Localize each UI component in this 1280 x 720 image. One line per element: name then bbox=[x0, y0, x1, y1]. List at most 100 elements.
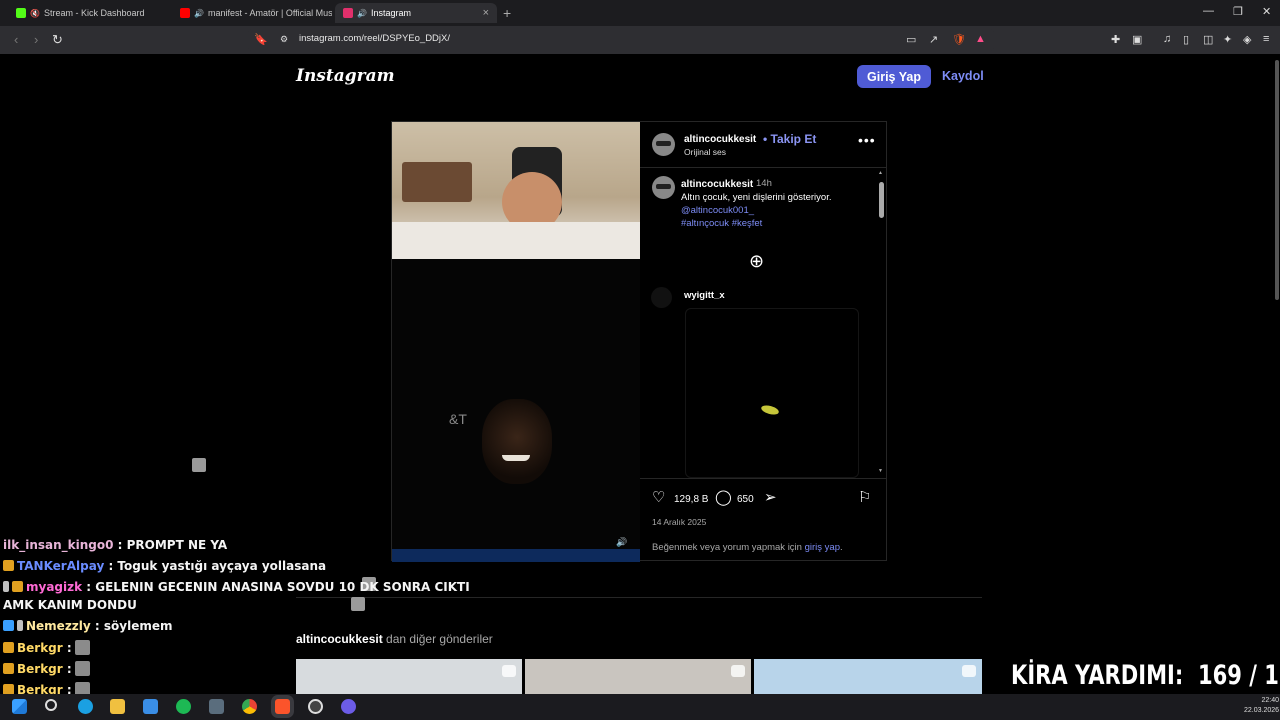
reel-video[interactable]: &T 🔊 bbox=[392, 122, 640, 562]
store-icon[interactable] bbox=[143, 699, 158, 714]
gift-badge-icon bbox=[17, 620, 23, 631]
chat-message: TANKerAlpay : Toguk yastığı ayçaya yolla… bbox=[3, 559, 326, 573]
scroll-down-icon[interactable]: ▼ bbox=[878, 468, 883, 474]
edge-browser-icon[interactable] bbox=[78, 699, 93, 714]
bookmark-icon[interactable]: 🔖 bbox=[254, 33, 268, 46]
post-sidebar: altincocukkesit • Takip Et Orijinal ses … bbox=[640, 122, 886, 562]
muted-speaker-icon[interactable]: 🔇 bbox=[30, 9, 40, 18]
brave-rewards-icon[interactable]: ▲ bbox=[975, 33, 986, 45]
rent-support-value: 169 / 170 bbox=[1197, 660, 1280, 691]
comments-scrollbar[interactable]: ▲ ▼ bbox=[878, 170, 884, 475]
post-thumbnail[interactable] bbox=[754, 659, 982, 694]
rent-support-label: KİRA YARDIMI: bbox=[1011, 660, 1184, 691]
volume-icon[interactable]: 🔊 bbox=[616, 537, 627, 548]
wallet-icon[interactable]: ◫ bbox=[1203, 33, 1213, 46]
post-thumbnail[interactable] bbox=[525, 659, 751, 694]
login-button[interactable]: Giriş Yap bbox=[857, 65, 931, 88]
kick-favicon-icon bbox=[16, 8, 26, 18]
login-prompt-end: . bbox=[839, 542, 843, 553]
chat-text: : PROMPT NE YA bbox=[113, 538, 228, 552]
author-avatar[interactable] bbox=[652, 133, 675, 156]
chat-text: : bbox=[62, 641, 72, 655]
cast-icon[interactable]: ▭ bbox=[906, 33, 916, 46]
close-tab-icon[interactable]: × bbox=[483, 7, 489, 19]
tab-youtube[interactable]: 🔊 manifest - Amatör | Official Music bbox=[172, 3, 332, 23]
like-count[interactable]: 129,8 B bbox=[674, 494, 708, 505]
clock-time: 22:40 bbox=[1261, 697, 1280, 704]
page-scrollbar-thumb[interactable] bbox=[1275, 60, 1279, 300]
new-tab-button[interactable]: + bbox=[503, 5, 511, 21]
scroll-up-icon[interactable]: ▲ bbox=[878, 170, 883, 176]
speaker-icon[interactable]: 🔊 bbox=[357, 9, 367, 18]
forward-icon[interactable]: › bbox=[34, 32, 38, 47]
login-prompt-link[interactable]: giriş yap bbox=[805, 542, 840, 553]
brave-browser-icon[interactable] bbox=[275, 699, 290, 714]
chat-text: : söylemem bbox=[90, 619, 173, 633]
screenshot-icon[interactable]: ▣ bbox=[1132, 33, 1142, 46]
webcam-bottom-frame: &T bbox=[392, 259, 640, 549]
search-icon[interactable] bbox=[45, 699, 57, 711]
obs-icon[interactable] bbox=[308, 699, 323, 714]
tab-kick-dashboard[interactable]: 🔇 Stream - Kick Dashboard bbox=[8, 3, 168, 23]
more-posts-username[interactable]: altincocukkesit bbox=[296, 632, 383, 646]
calculator-icon[interactable] bbox=[209, 699, 224, 714]
start-menu-icon[interactable] bbox=[12, 699, 27, 714]
system-clock[interactable]: 22:40 22.03.2026 bbox=[1244, 696, 1279, 716]
tab-label: manifest - Amatör | Official Music bbox=[207, 8, 332, 18]
reload-icon[interactable]: ↻ bbox=[52, 32, 63, 48]
like-heart-icon[interactable]: ♡ bbox=[652, 488, 665, 506]
subscriber-badge-icon bbox=[12, 581, 23, 592]
vpn-icon[interactable]: ◈ bbox=[1243, 33, 1251, 46]
caption-mention[interactable]: @altincocuk001_ bbox=[681, 204, 871, 217]
chat-user: myagizk bbox=[26, 580, 83, 594]
instagram-logo[interactable]: Instagram bbox=[296, 66, 395, 86]
speaker-icon[interactable]: 🔊 bbox=[194, 9, 204, 18]
shelf-shape bbox=[402, 162, 472, 202]
brave-shields-icon[interactable]: 🛡 bbox=[952, 33, 966, 46]
save-bookmark-icon[interactable]: ⚐ bbox=[858, 488, 871, 506]
chat-message: myagizk : GELENIN GECENIN ANASINA SOVDU … bbox=[3, 580, 470, 594]
author-username[interactable]: altincocukkesit bbox=[684, 134, 756, 145]
post-thumbnail[interactable] bbox=[296, 659, 522, 694]
menu-icon[interactable]: ≡ bbox=[1263, 33, 1269, 45]
load-more-comments-icon[interactable]: ⊕ bbox=[749, 251, 764, 272]
comment-icon[interactable]: ◯ bbox=[715, 488, 732, 506]
caption-username[interactable]: altincocukkesit bbox=[681, 179, 753, 190]
discord-icon[interactable] bbox=[341, 699, 356, 714]
caption-hashtags[interactable]: #altınçocuk #keşfet bbox=[681, 217, 871, 230]
caption-avatar[interactable] bbox=[652, 176, 675, 199]
more-options-icon[interactable]: ••• bbox=[858, 132, 876, 148]
share-icon[interactable]: ↗ bbox=[929, 33, 938, 46]
site-info-icon[interactable]: ⚙ bbox=[280, 34, 288, 45]
back-icon[interactable]: ‹ bbox=[14, 32, 18, 47]
teeth-shape bbox=[502, 455, 530, 461]
tab-instagram[interactable]: 🔊 Instagram × bbox=[335, 3, 497, 23]
follow-link[interactable]: • Takip Et bbox=[763, 132, 816, 146]
media-icon[interactable]: ♫ bbox=[1163, 33, 1171, 45]
more-posts-header: altincocukkesit dan diğer gönderiler bbox=[296, 632, 493, 646]
audio-label[interactable]: Orijinal ses bbox=[684, 147, 726, 157]
chat-message-continued: AMK KANIM DONDU bbox=[3, 598, 137, 612]
leo-ai-icon[interactable]: ✦ bbox=[1223, 33, 1232, 46]
comment-avatar[interactable] bbox=[651, 287, 672, 308]
maximize-icon[interactable]: ❐ bbox=[1233, 5, 1243, 18]
extensions-icon[interactable]: ✚ bbox=[1111, 33, 1120, 46]
chat-user: Berkgr bbox=[17, 641, 63, 655]
signup-link[interactable]: Kaydol bbox=[942, 69, 984, 83]
sidebar-icon[interactable]: ▯ bbox=[1183, 33, 1189, 46]
file-explorer-icon[interactable] bbox=[110, 699, 125, 714]
reel-icon bbox=[962, 665, 976, 677]
chat-emote-icon bbox=[74, 640, 90, 655]
chat-user: Nemezzly bbox=[26, 619, 91, 633]
minimize-icon[interactable]: — bbox=[1203, 5, 1214, 17]
scrollbar-thumb[interactable] bbox=[879, 182, 884, 218]
webcam-top-frame bbox=[392, 122, 640, 259]
close-window-icon[interactable]: ✕ bbox=[1262, 5, 1271, 18]
spotify-icon[interactable] bbox=[176, 699, 191, 714]
comment-image[interactable] bbox=[685, 308, 859, 478]
login-prompt-text: Beğenmek veya yorum yapmak için bbox=[652, 542, 802, 553]
comment-username[interactable]: wyigitt_x bbox=[684, 290, 725, 301]
url-text[interactable]: instagram.com/reel/DSPYEo_DDjX/ bbox=[299, 33, 450, 44]
chrome-icon[interactable] bbox=[242, 699, 257, 714]
share-send-icon[interactable]: ➢ bbox=[764, 488, 777, 506]
